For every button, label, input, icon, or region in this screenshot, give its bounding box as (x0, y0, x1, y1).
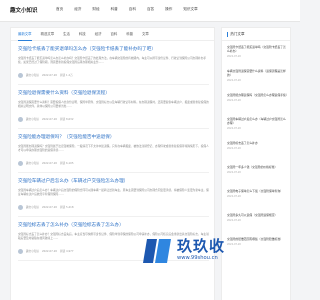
article-views: 阅读 6,105 (60, 162, 74, 166)
sidebar-article[interactable]: 交强险电子保单怎么下载（交强险保单查询） 2022-07-20 (227, 189, 288, 198)
article-title[interactable]: 交强险标志丢了怎么补办（交强险标志丢了怎么办） (18, 222, 209, 228)
article-views: 阅读 1.2万 (60, 74, 73, 78)
article-date: 2022-07-20 (41, 205, 58, 209)
sidebar-article-title[interactable]: 车辆交强险退保需要什么资料（退保流程是怎样的） (227, 69, 288, 78)
article-item: 交强险卡纸丢了能买退单吗怎么办（交强险卡纸丢了能补办吗了吧） 交强险卡纸丢了能买… (18, 46, 209, 78)
article-date: 2022-07-20 (41, 161, 58, 165)
category-tabs: 最新文章 精选文章 生活 科技 经济 百科 科普 文章 (11, 28, 214, 41)
article-title[interactable]: 交强险卡纸丢了能买退单吗怎么办（交强险卡纸丢了能补办吗了吧） (18, 46, 209, 52)
divider (18, 172, 209, 173)
nav-item-home[interactable]: 首页 (56, 7, 63, 12)
sidebar-article[interactable]: 车辆交强险退保需要什么资料（退保流程是怎样的） 2022-07-20 (227, 69, 288, 82)
article-title[interactable]: 交强险能办理退保吗？（交强险能否中途退保） (18, 134, 209, 140)
sidebar-article-date: 2022-07-20 (227, 98, 241, 102)
tab-tech[interactable]: 科技 (79, 28, 86, 41)
sidebar-article-title[interactable]: 交强险电子保单怎么下载（交强险保单查询） (227, 189, 288, 193)
article-author[interactable]: 趣文小知识 (26, 249, 39, 253)
article-author[interactable]: 趣文小知识 (26, 73, 39, 77)
nav-item-economy[interactable]: 经济 (74, 7, 81, 12)
sidebar-article-date: 2022-07-20 (227, 55, 241, 59)
nav-item-science[interactable]: 科普 (111, 7, 118, 12)
tab-featured[interactable]: 精选文章 (41, 28, 55, 41)
divider (18, 216, 209, 217)
article-summary: 交强险卡纸丢了能买退单吗怎么办怎么补办吗？交强险卡纸丢了的处理方法，在车辆交强险… (18, 56, 207, 65)
article-author[interactable]: 趣文小知识 (26, 205, 39, 209)
watermark: 玖玖收 www.99shou.cn (141, 229, 291, 289)
article-views: 阅读 4,977 (60, 250, 74, 254)
tab-science[interactable]: 科普 (126, 28, 133, 41)
article-date: 2022-07-20 (41, 117, 58, 121)
sidebar-article-date: 2022-07-20 (227, 127, 241, 131)
watermark-url: www.99shou.cn (177, 255, 218, 261)
sidebar-article-date: 2022-07-20 (227, 218, 241, 222)
sidebar-article-date: 2022-07-20 (227, 79, 241, 83)
watermark-text: 玖玖收 (177, 237, 226, 255)
author-avatar (18, 116, 23, 122)
author-avatar (18, 72, 23, 78)
divider (18, 84, 209, 85)
nav-item-articles[interactable]: 知识文章 (183, 7, 197, 12)
article-summary: 交强险车辆过户后怎么办？车辆过户后交强险的保险合同可以随车辆一起转让给新车主，原… (18, 188, 209, 197)
article-date: 2022-07-20 (41, 249, 58, 253)
top-navbar: 趣文小知识 首页 经济 财经 科普 百科 百答 操作 知识文章 (0, 0, 300, 22)
article-summary: 交强险退保需要什么资料？需要投保人的身份证明、保险单原件、交强险标志以及车辆行驶… (18, 100, 209, 109)
article-meta: 趣文小知识 2022-07-20 阅读 1.2万 (18, 72, 209, 78)
article-meta: 趣文小知识 2022-07-20 阅读 8,632 (18, 116, 209, 122)
main-nav: 首页 经济 财经 科普 百科 百答 操作 知识文章 (56, 7, 198, 12)
sidebar-article[interactable]: 交强险多久可以退保（交强险退保规定） 2022-07-20 (227, 213, 288, 222)
sidebar-article[interactable]: 交强险卡纸丢了能买退单吗（交强险卡纸丢了怎么补办） 2022-07-20 (227, 45, 288, 58)
site-logo[interactable]: 趣文小知识 (10, 6, 38, 14)
article-item: 交强险能办理退保吗？（交强险能否中途退保） 交强险能办理退保吗？交强险属于法定强… (18, 134, 209, 166)
nav-item-encyclopedia[interactable]: 百科 (129, 7, 136, 12)
watermark-logo-icon (143, 239, 171, 263)
sidebar-header: 热门文章 (222, 28, 290, 41)
sidebar-article[interactable]: 交强险能办理退保吗（交强险怎么办理退保手续） 2022-07-20 (227, 93, 288, 102)
sidebar-article-date: 2022-07-20 (227, 170, 241, 174)
author-avatar (18, 160, 23, 166)
article-views: 阅读 5,418 (60, 206, 74, 210)
article-meta: 趣文小知识 2022-07-20 阅读 5,418 (18, 204, 209, 210)
article-title[interactable]: 交强险车辆过户后怎么办（车辆过户交强险怎么办理） (18, 178, 209, 184)
sidebar-article-title[interactable]: 交强险一年多少钱（交强险的价格标准） (227, 165, 288, 169)
nav-item-qa[interactable]: 百答 (147, 7, 154, 12)
nav-item-finance[interactable]: 财经 (92, 7, 99, 12)
tab-latest[interactable]: 最新文章 (18, 28, 32, 41)
nav-item-howto[interactable]: 操作 (165, 7, 172, 12)
article-author[interactable]: 趣文小知识 (26, 117, 39, 121)
tab-economy[interactable]: 经济 (95, 28, 102, 41)
tab-articles[interactable]: 文章 (142, 28, 149, 41)
sidebar-article[interactable]: 交强险一年多少钱（交强险的价格标准） 2022-07-20 (227, 165, 288, 174)
tab-life[interactable]: 生活 (63, 28, 70, 41)
article-author[interactable]: 趣文小知识 (26, 161, 39, 165)
sidebar-article-date: 2022-07-20 (227, 194, 241, 198)
article-meta: 趣文小知识 2022-07-20 阅读 6,105 (18, 160, 209, 166)
sidebar-article-title[interactable]: 交强险车辆过户后怎么办（车辆过户交强险怎么办理） (227, 117, 288, 126)
author-avatar (18, 204, 23, 210)
article-title[interactable]: 交强险退保需要什么资料（交强险退保流程） (18, 90, 209, 96)
sidebar-article-title[interactable]: 交强险多久可以退保（交强险退保规定） (227, 213, 288, 217)
article-item: 交强险退保需要什么资料（交强险退保流程） 交强险退保需要什么资料？需要投保人的身… (18, 90, 209, 122)
sidebar-article-date: 2022-07-20 (227, 146, 241, 150)
sidebar-article[interactable]: 交强险标志丢了怎么补办 2022-07-20 (227, 141, 288, 150)
sidebar-article-title[interactable]: 交强险卡纸丢了能买退单吗（交强险卡纸丢了怎么补办） (227, 45, 288, 54)
sidebar-article-title[interactable]: 交强险标志丢了怎么补办 (227, 141, 288, 145)
accent-bar (227, 31, 229, 37)
article-item: 交强险车辆过户后怎么办（车辆过户交强险怎么办理） 交强险车辆过户后怎么办？车辆过… (18, 178, 209, 210)
article-summary: 交强险能办理退保吗？交强险属于法定强制保险，一般情况下不允许中途退保。只有在车辆… (18, 144, 209, 153)
sidebar-title: 热门文章 (230, 31, 245, 36)
tab-encyclopedia[interactable]: 百科 (110, 28, 117, 41)
author-avatar (18, 248, 23, 254)
sidebar-article-title[interactable]: 交强险能办理退保吗（交强险怎么办理退保手续） (227, 93, 288, 97)
divider (18, 128, 209, 129)
article-date: 2022-07-20 (41, 73, 58, 77)
sidebar-article[interactable]: 交强险车辆过户后怎么办（车辆过户交强险怎么办理） 2022-07-20 (227, 117, 288, 130)
article-views: 阅读 8,632 (60, 118, 74, 122)
